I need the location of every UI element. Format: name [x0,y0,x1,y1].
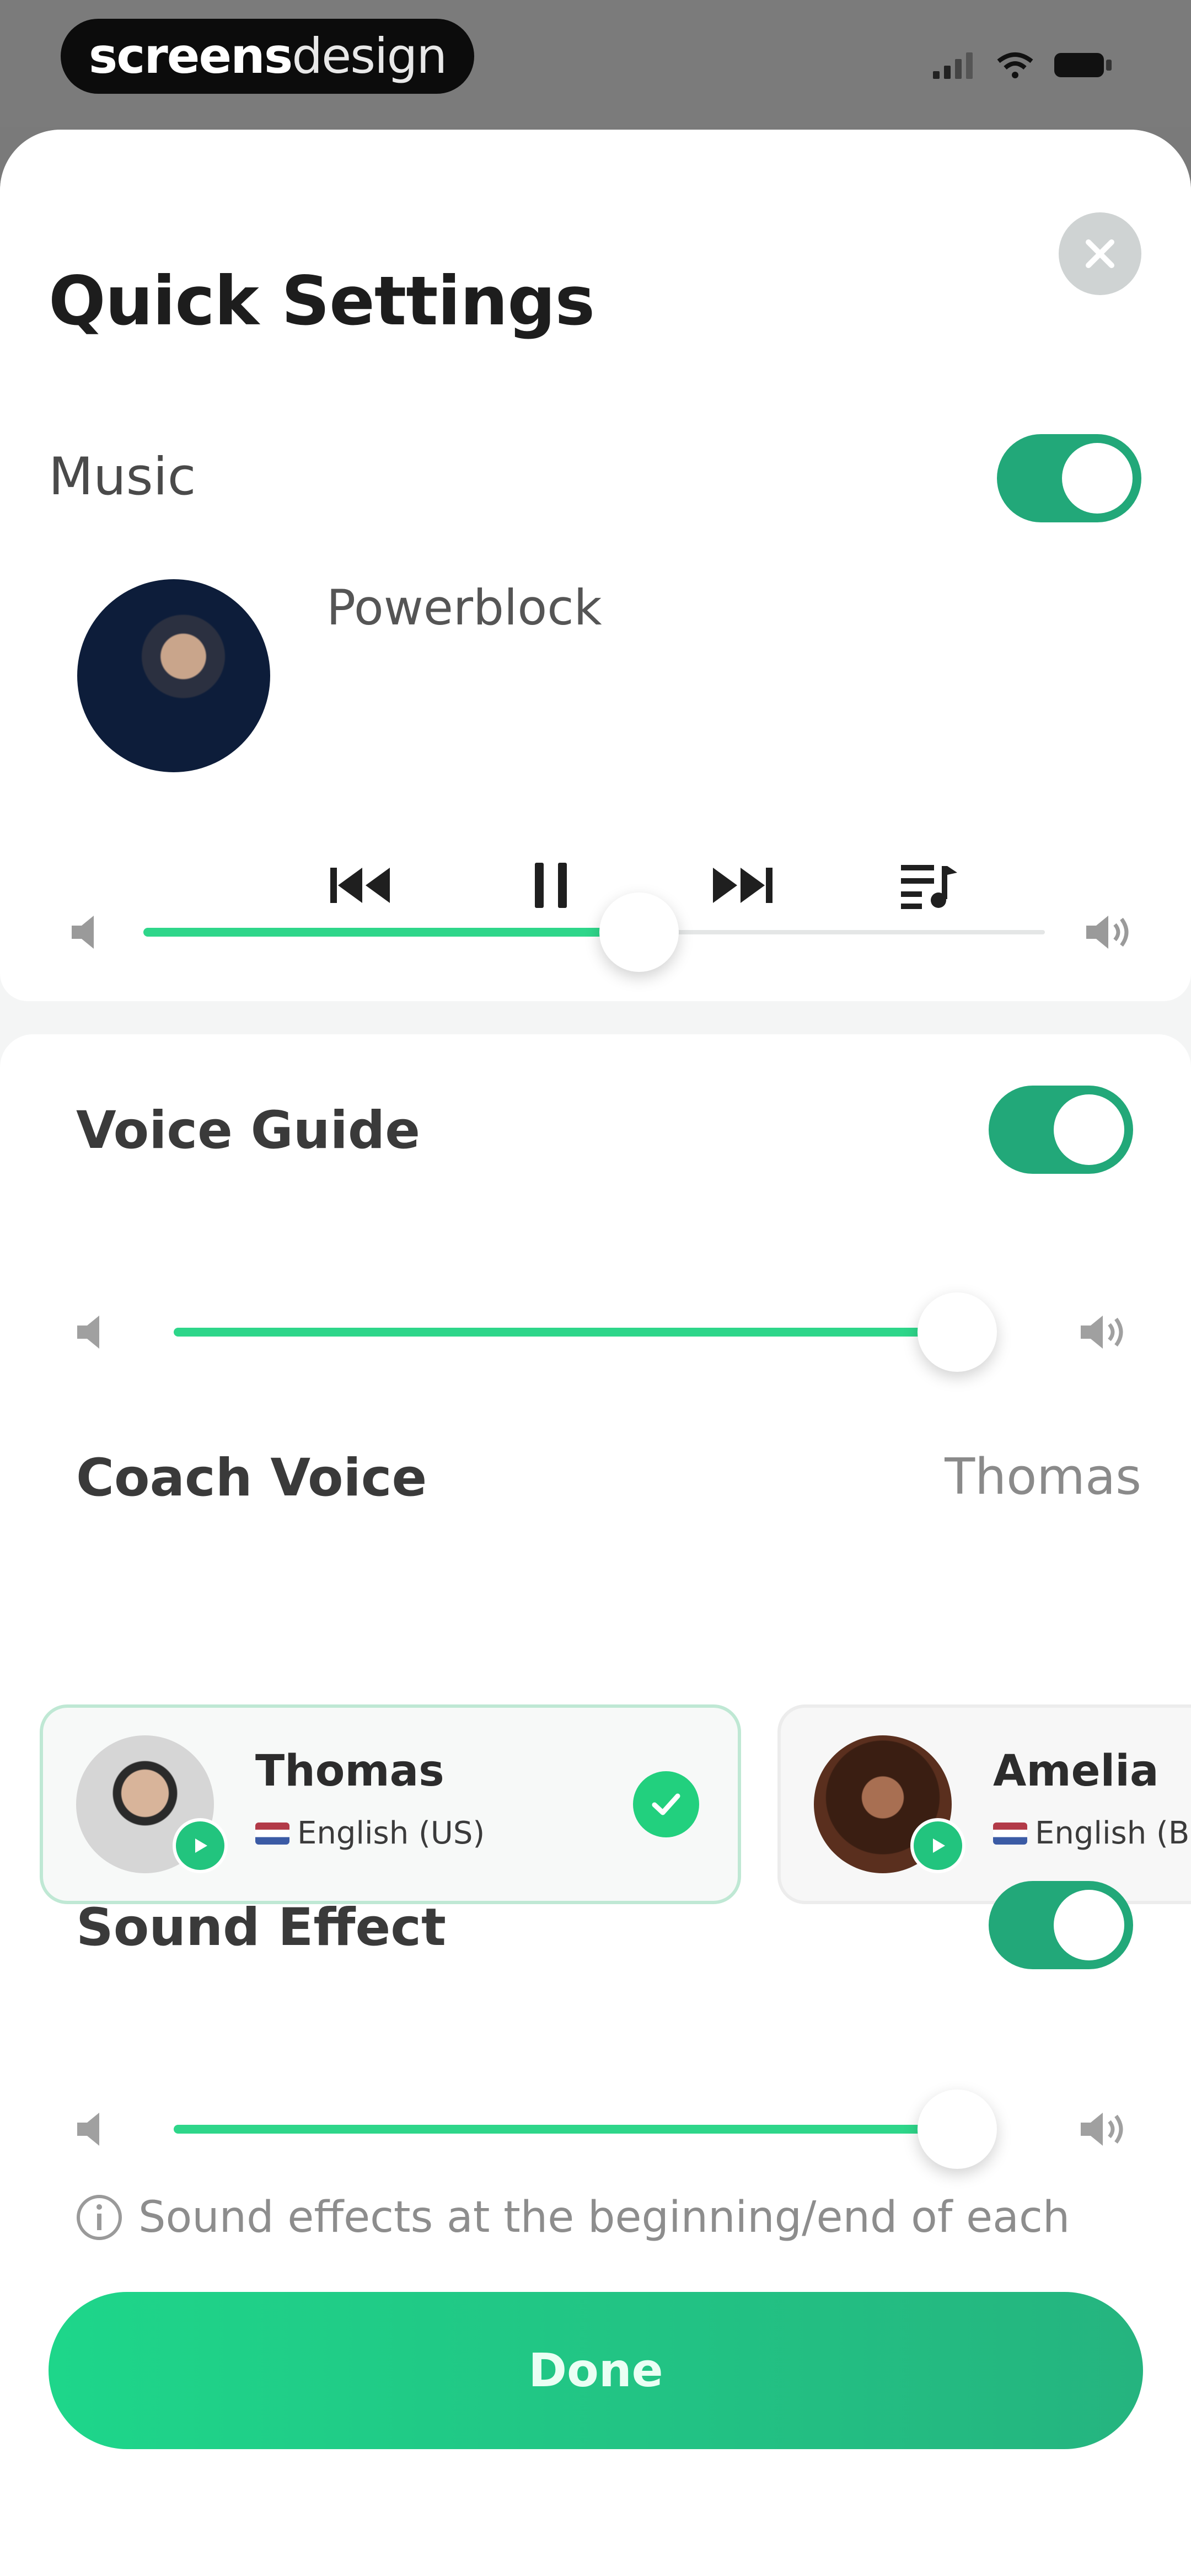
toggle-knob [1062,443,1133,514]
album-art [77,579,270,772]
volume-high-icon [1081,2113,1123,2146]
sound-effect-note: Sound effects at the beginning/end of ea… [74,2193,1070,2242]
play-voice-button[interactable] [910,1818,965,1873]
play-icon [933,1839,945,1853]
toggle-knob [1054,1890,1124,1960]
uk-flag-icon [993,1822,1027,1845]
system-icons [933,51,1114,82]
play-voice-button[interactable] [173,1818,228,1873]
track-title: Powerblock [326,579,602,636]
brand-logo-light: design [292,28,447,84]
wifi-icon [996,51,1034,81]
sound-effect-note-text: Sound effects at the beginning/end of ea… [138,2193,1070,2242]
brand-logo: screensdesign [61,19,474,94]
signal-icon [933,51,977,81]
music-label: Music [49,447,196,507]
coach-name: Amelia [993,1746,1159,1796]
battery-icon [1053,51,1114,82]
slider-fill [174,2125,957,2134]
slider-thumb[interactable] [918,1292,997,1372]
coach-voice-label: Coach Voice [76,1448,427,1508]
coach-language: English (US) [255,1815,485,1851]
slider-fill [143,928,639,937]
music-volume-slider[interactable] [0,888,1191,976]
slider-fill [174,1328,957,1337]
done-button[interactable]: Done [49,2292,1143,2449]
info-icon [77,2195,122,2240]
coach-language-label: English (US) [297,1815,485,1851]
volume-high-icon [1086,916,1129,949]
selected-check-icon [633,1771,699,1837]
coach-language: English (B [993,1815,1189,1851]
coach-language-label: English (B [1035,1815,1190,1851]
play-icon [195,1839,207,1853]
toggle-knob [1054,1094,1124,1165]
sound-effect-label: Sound Effect [76,1898,446,1958]
brand-logo-bold: screens [88,28,293,84]
close-button[interactable] [1059,212,1141,295]
volume-high-icon [1081,1316,1123,1349]
sound-effect-toggle[interactable] [989,1881,1133,1969]
music-toggle[interactable] [997,434,1141,522]
voice-guide-label: Voice Guide [76,1100,420,1161]
coach-name: Thomas [255,1746,444,1796]
volume-low-icon [77,1316,99,1349]
us-flag-icon [255,1822,289,1845]
coach-voice-value: Thomas [945,1448,1141,1506]
sound-effect-volume-slider[interactable] [0,2085,1191,2173]
volume-low-icon [72,916,94,949]
quick-settings-sheet: Quick Settings Music Powerblock Voice Gu… [0,130,1191,2576]
coach-card-thomas[interactable]: Thomas English (US) [40,1704,741,1904]
page-title: Quick Settings [49,262,595,340]
slider-thumb[interactable] [599,892,679,972]
volume-low-icon [77,2113,99,2146]
coach-card-amelia[interactable]: Amelia English (B [777,1704,1191,1904]
close-icon [1086,239,1114,268]
voice-guide-volume-slider[interactable] [0,1288,1191,1376]
slider-thumb[interactable] [918,2089,997,2169]
voice-guide-toggle[interactable] [989,1086,1133,1174]
status-bar: screensdesign [0,0,1191,127]
